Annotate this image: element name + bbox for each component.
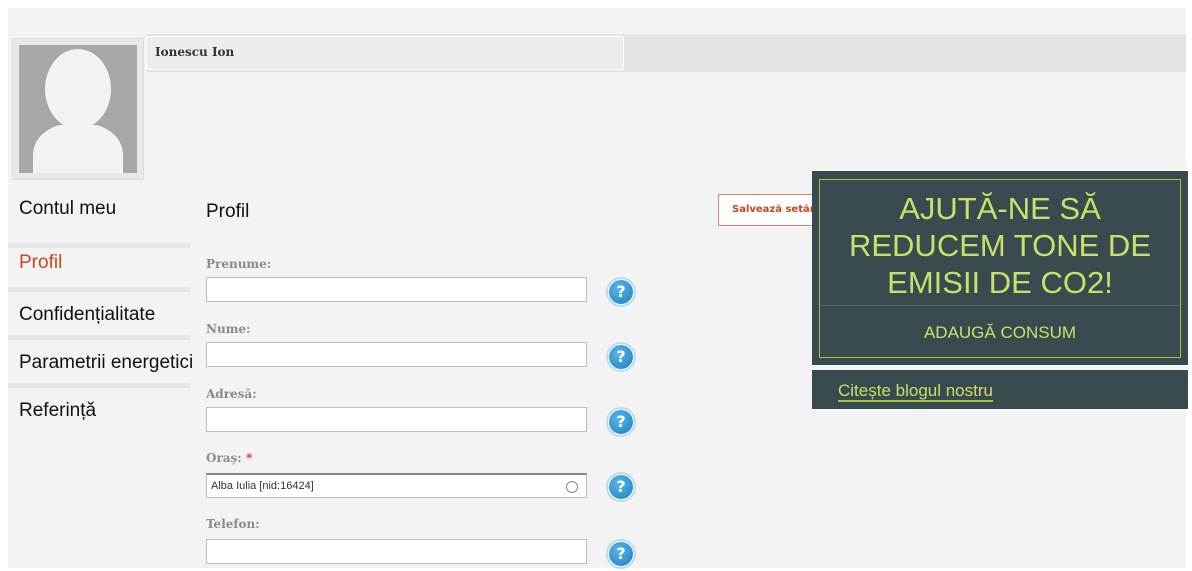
menu-item-parametrii-energetici[interactable]: Parametrii energetici (8, 340, 194, 388)
user-name: Ionescu Ion (155, 45, 235, 59)
help-icon-glyph: ? (609, 410, 633, 434)
user-name-box: Ionescu Ion (146, 36, 624, 70)
menu-item-label: Parametrii energetici (19, 352, 194, 373)
menu-item-label: Referință (19, 400, 97, 421)
promo-frame: AJUTĂ-NE SĂ REDUCEM TONE DE EMISII DE CO… (819, 179, 1181, 358)
help-icon[interactable]: ? (606, 342, 636, 372)
last-name-field[interactable] (206, 342, 587, 367)
first-name-label: Prenume: (206, 257, 272, 271)
address-field[interactable] (206, 407, 587, 432)
help-icon[interactable]: ? (606, 539, 636, 569)
help-icon[interactable]: ? (606, 472, 636, 502)
help-icon[interactable]: ? (606, 407, 636, 437)
add-consumption-link[interactable]: ADAUGĂ CONSUM (820, 323, 1180, 343)
last-name-label: Nume: (206, 322, 251, 336)
page-title: Profil (206, 201, 250, 222)
first-name-field[interactable] (206, 277, 587, 302)
menu-item-label: Confidențialitate (19, 304, 156, 325)
avatar[interactable] (12, 38, 144, 180)
menu-item-contul-meu[interactable]: Contul meu (8, 188, 190, 248)
account-menu: Contul meu Profil Confidențialitate Para… (8, 188, 194, 436)
city-label-text: Oraș: (206, 451, 242, 465)
avatar-placeholder-icon (19, 45, 137, 173)
promo-divider (820, 305, 1180, 306)
city-autocomplete-field[interactable] (206, 473, 587, 498)
required-marker: * (245, 451, 253, 465)
help-icon-glyph: ? (609, 280, 633, 304)
help-icon[interactable]: ? (606, 277, 636, 307)
menu-item-referinta[interactable]: Referință (8, 388, 190, 436)
help-icon-glyph: ? (609, 475, 633, 499)
autocomplete-throbber-icon (566, 481, 578, 493)
phone-field[interactable] (206, 539, 587, 564)
help-icon-glyph: ? (609, 542, 633, 566)
phone-label: Telefon: (206, 517, 260, 531)
read-blog-link[interactable]: Citește blogul nostru (838, 382, 993, 402)
menu-item-confidentialitate[interactable]: Confidențialitate (8, 292, 190, 340)
address-label: Adresă: (206, 387, 257, 401)
city-label: Oraș: * (206, 451, 252, 465)
help-icon-glyph: ? (609, 345, 633, 369)
co2-promo-panel: AJUTĂ-NE SĂ REDUCEM TONE DE EMISII DE CO… (812, 171, 1188, 365)
menu-item-label: Profil (19, 252, 63, 273)
promo-title: AJUTĂ-NE SĂ REDUCEM TONE DE EMISII DE CO… (848, 191, 1151, 300)
menu-item-label: Contul meu (19, 198, 117, 219)
menu-item-profil[interactable]: Profil (8, 248, 190, 292)
blog-panel: Citește blogul nostru (812, 370, 1188, 409)
